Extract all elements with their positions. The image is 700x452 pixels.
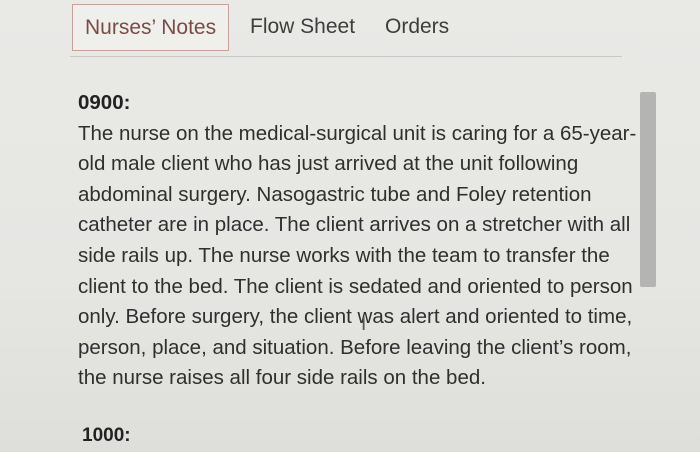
note-line: The nurse on the medical-surgical unit i… [78, 121, 637, 145]
tab-orders[interactable]: Orders [373, 6, 461, 48]
note-line: person, place, and situation. Before lea… [78, 335, 632, 359]
note-line: the nurse raises all four side rails on … [78, 366, 486, 390]
note-line: catheter are in place. The client arrive… [78, 213, 631, 237]
text-cursor-icon: I [361, 314, 367, 335]
note-line: abdominal surgery. Nasogastric tube and … [78, 182, 592, 206]
tab-bar: Nurses’ Notes Flow Sheet Orders [70, 0, 622, 57]
tab-nurses-notes[interactable]: Nurses’ Notes [72, 4, 230, 51]
nurses-notes-panel: Nurses’ Notes Flow Sheet Orders 0900: Th… [0, 0, 700, 452]
scrollbar-thumb[interactable] [640, 92, 656, 287]
note-time-heading: 0900: [78, 91, 131, 114]
note-line: only. Before surgery, the client was ale… [78, 305, 633, 329]
tab-flow-sheet[interactable]: Flow Sheet [238, 6, 367, 48]
note-time-heading-2: 1000: [82, 425, 131, 446]
note-content: 0900: The nurse on the medical-surgical … [78, 88, 638, 394]
note-line: old male client who has just arrived at … [78, 152, 579, 176]
note-line: client to the bed. The client is sedated… [78, 274, 633, 298]
note-line: side rails up. The nurse works with the … [78, 243, 610, 267]
